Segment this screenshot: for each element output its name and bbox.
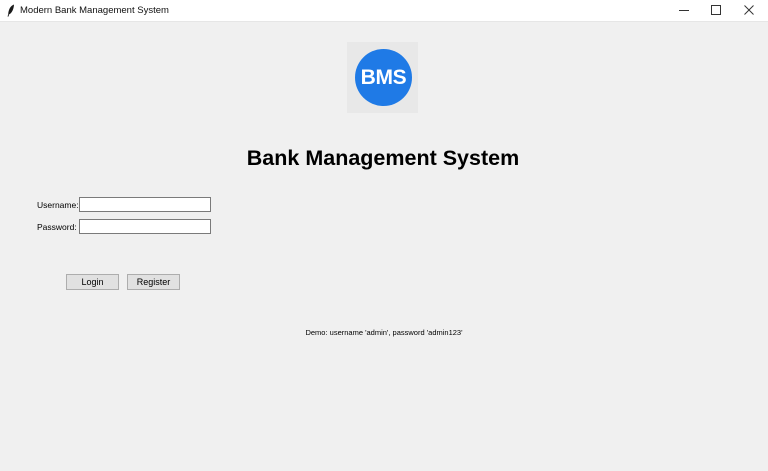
close-icon: [744, 2, 754, 20]
logo: BMS: [347, 42, 418, 113]
minimize-icon: [679, 2, 689, 20]
password-input[interactable]: [79, 219, 211, 234]
feather-icon: [7, 4, 15, 17]
title-bar[interactable]: Modern Bank Management System: [0, 0, 768, 22]
username-input[interactable]: [79, 197, 211, 212]
maximize-icon: [711, 2, 721, 20]
demo-hint: Demo: username 'admin', password 'admin1…: [305, 328, 463, 337]
page-title: Bank Management System: [246, 146, 520, 170]
login-button[interactable]: Login: [66, 274, 119, 290]
logo-circle: BMS: [355, 49, 412, 106]
register-button[interactable]: Register: [127, 274, 180, 290]
close-button[interactable]: [733, 0, 765, 21]
maximize-button[interactable]: [700, 0, 732, 21]
minimize-button[interactable]: [668, 0, 700, 21]
app-window: Modern Bank Management System BMS Bank M: [0, 0, 768, 471]
window-title: Modern Bank Management System: [20, 5, 169, 16]
logo-text: BMS: [360, 65, 407, 89]
password-label: Password:: [37, 222, 77, 232]
username-label: Username:: [37, 200, 79, 210]
